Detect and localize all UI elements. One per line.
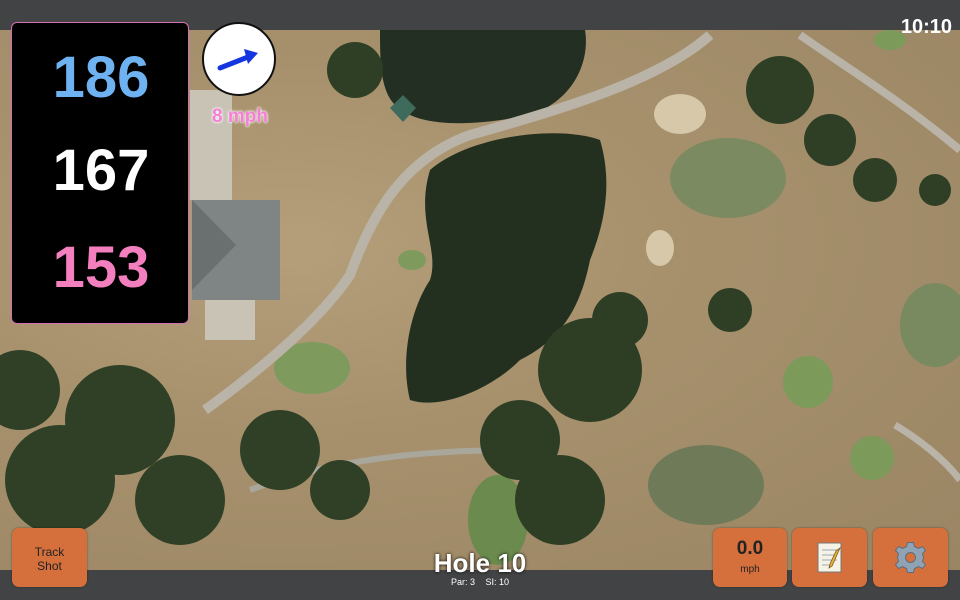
- gear-icon: [894, 542, 927, 573]
- green-right: [900, 283, 960, 367]
- tee-box-4: [398, 250, 426, 270]
- distance-back: 186: [52, 45, 150, 110]
- track-shot-button[interactable]: Track Shot: [12, 528, 87, 587]
- bunker-2: [646, 230, 674, 266]
- notepad-icon: [817, 542, 842, 573]
- distance-panel: 186 167 153: [11, 22, 189, 324]
- tee-box-1: [783, 356, 833, 408]
- clubhouse-patio: [205, 300, 255, 340]
- hole-par: Par: 3: [450, 577, 475, 587]
- settings-button[interactable]: [873, 528, 948, 587]
- arrow-right-icon: [217, 49, 258, 71]
- wind-direction-indicator: [202, 22, 276, 96]
- tee-box-2: [850, 436, 894, 480]
- hole-title: Hole 10: [433, 548, 527, 578]
- wind-speed-label: 8 mph: [212, 106, 268, 127]
- green-top-right: [670, 138, 786, 218]
- speed-unit: mph: [740, 564, 760, 575]
- green-bottom: [648, 445, 764, 525]
- hole-stroke-index: SI: 10: [485, 577, 510, 587]
- speed-button[interactable]: 0.0 mph: [713, 528, 787, 587]
- speed-value: 0.0: [736, 538, 764, 559]
- track-shot-label-2: Shot: [37, 559, 62, 573]
- notes-button[interactable]: [792, 528, 867, 587]
- distance-middle: 167: [52, 138, 150, 203]
- cart-path-3: [893, 421, 960, 483]
- bunker-1: [654, 94, 706, 134]
- distance-front: 153: [52, 235, 150, 300]
- status-clock: 10:10: [900, 16, 952, 38]
- track-shot-label-1: Track: [34, 545, 65, 559]
- hole-meta: Par: 3 SI: 10: [380, 577, 580, 587]
